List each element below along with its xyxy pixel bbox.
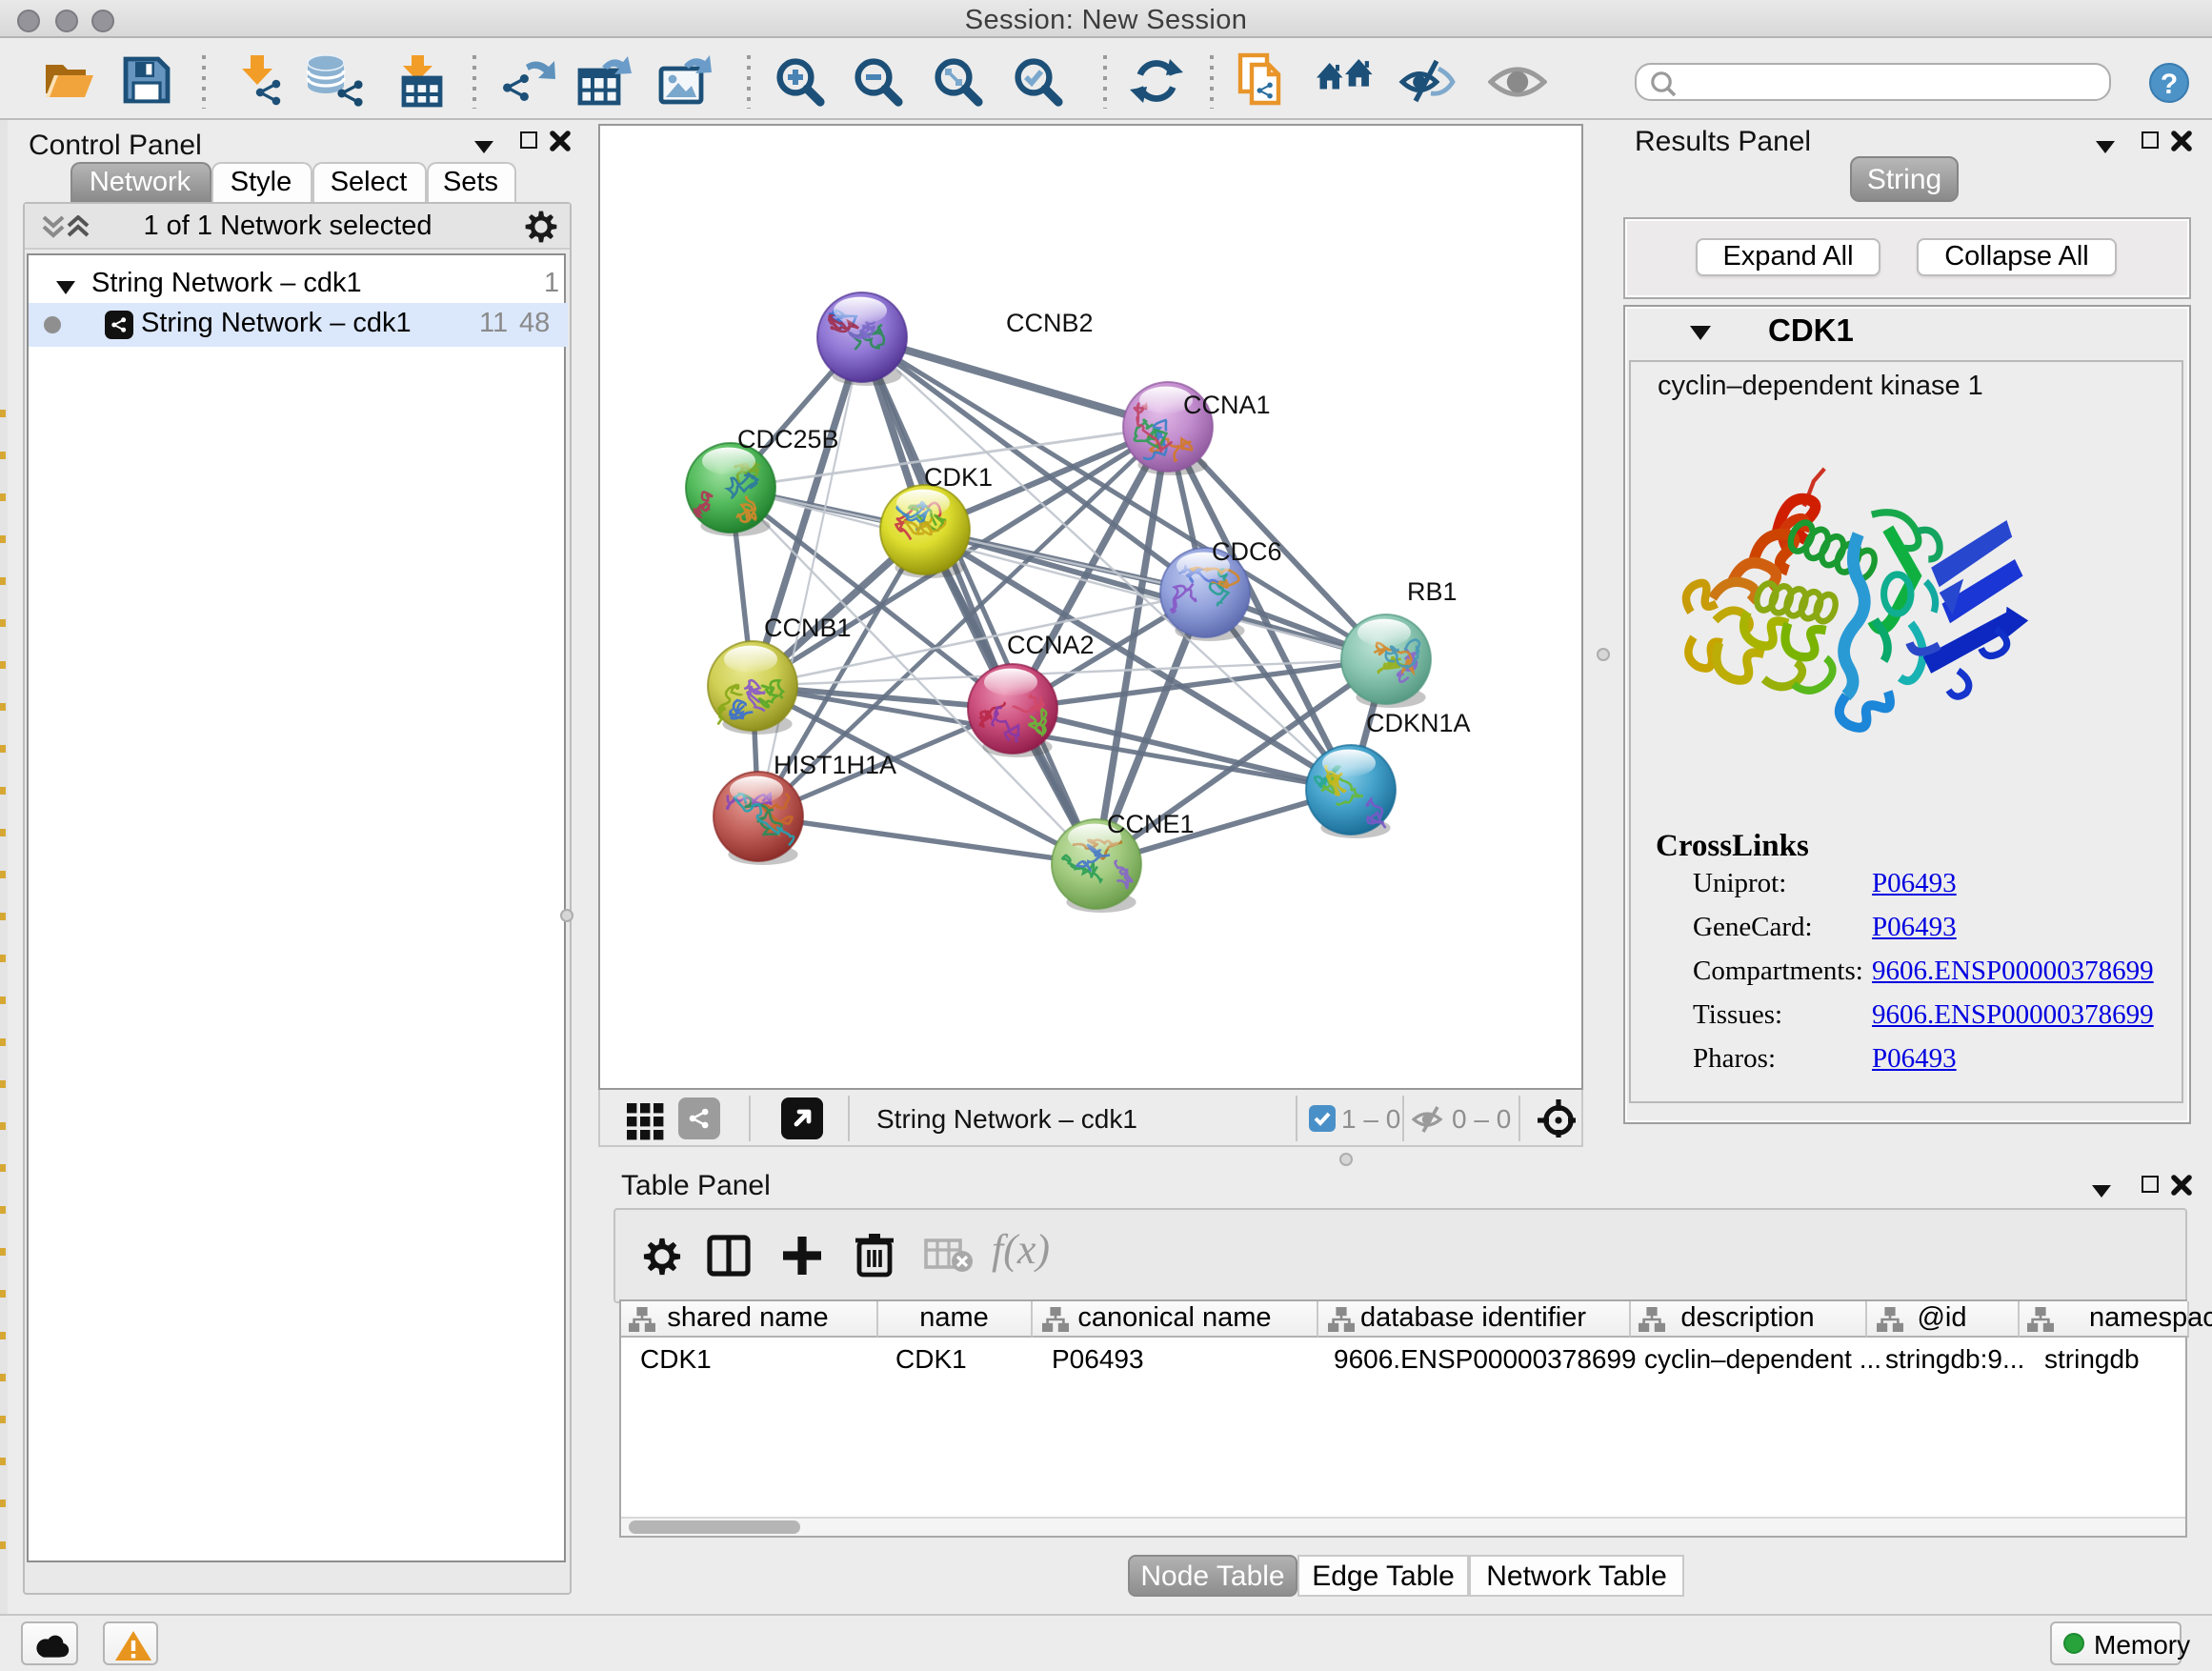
svg-text:CCNB2: CCNB2 — [1006, 309, 1094, 337]
svg-text:CDC6: CDC6 — [1212, 537, 1282, 566]
svg-text:CDC25B: CDC25B — [737, 425, 839, 453]
svg-text:CDK1: CDK1 — [924, 463, 993, 492]
svg-text:CCNA1: CCNA1 — [1183, 391, 1271, 419]
svg-text:CDKN1A: CDKN1A — [1366, 709, 1471, 737]
svg-text:RB1: RB1 — [1407, 577, 1458, 606]
svg-text:?: ? — [2161, 68, 2178, 99]
svg-text:CCNA2: CCNA2 — [1007, 631, 1095, 659]
svg-text:CCNE1: CCNE1 — [1107, 810, 1195, 838]
svg-text:HIST1H1A: HIST1H1A — [774, 751, 896, 779]
svg-text:CCNB1: CCNB1 — [764, 614, 852, 642]
